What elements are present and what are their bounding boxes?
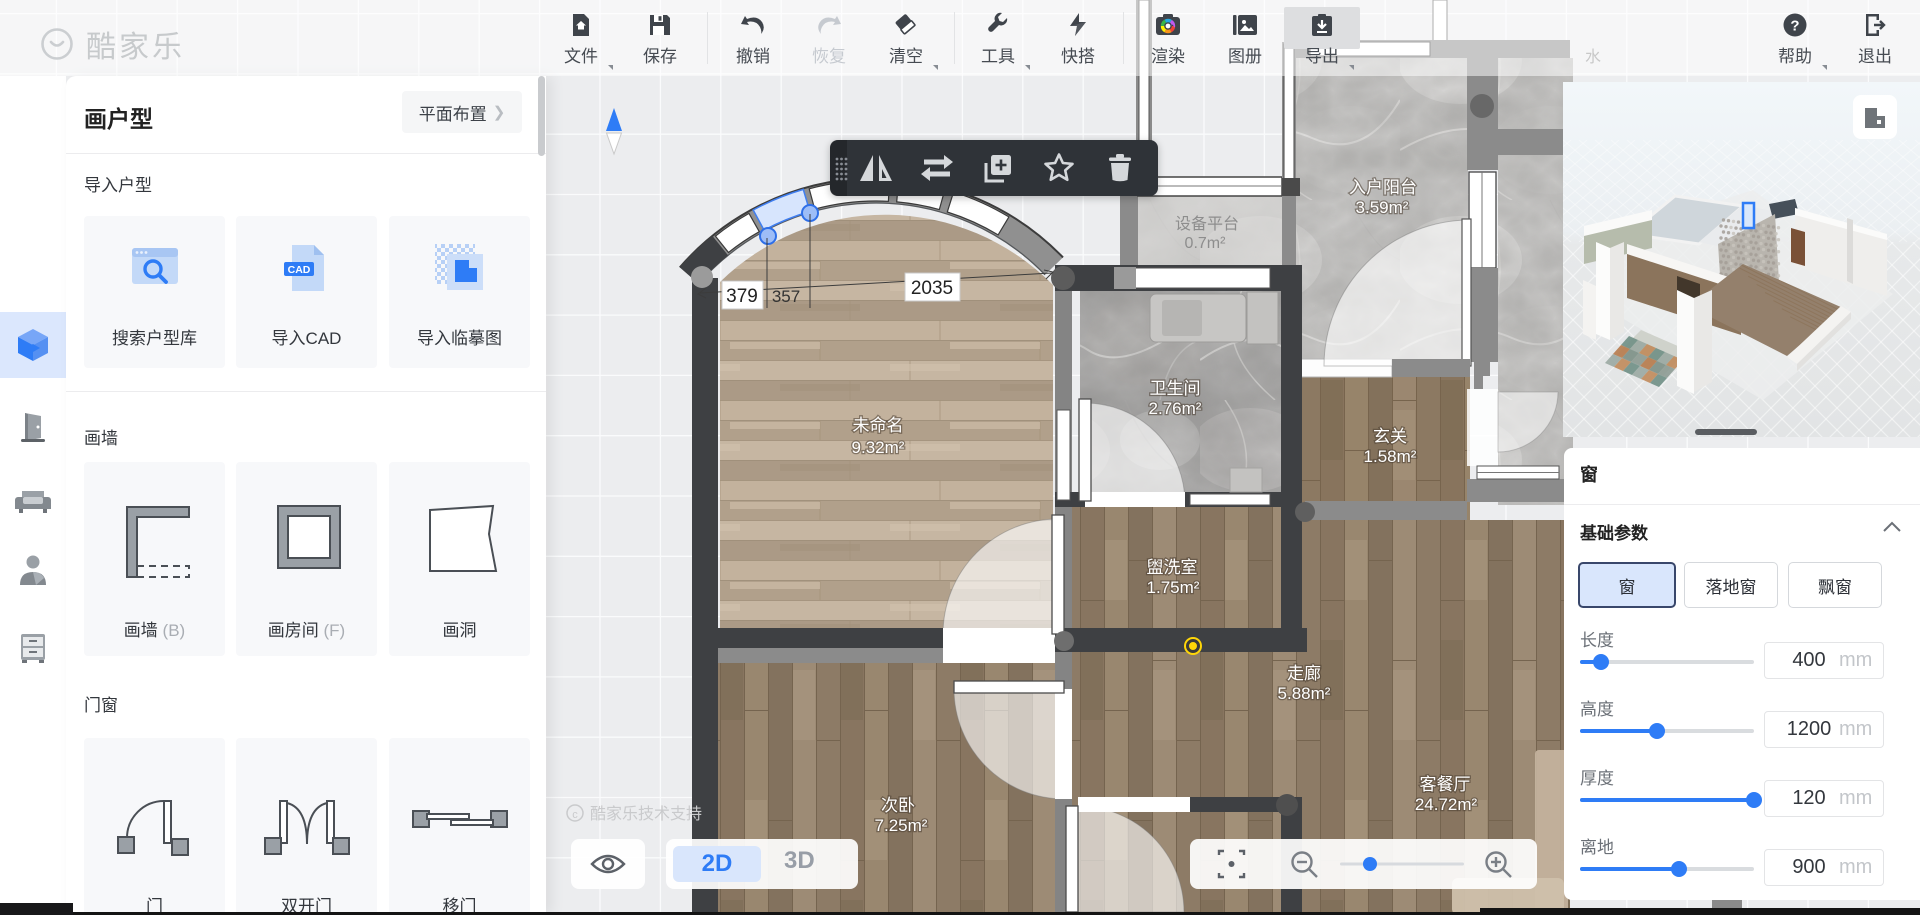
svg-text:玄关: 玄关 bbox=[1373, 427, 1407, 446]
svg-text:未命名: 未命名 bbox=[853, 416, 904, 435]
svg-text:?: ? bbox=[1790, 18, 1799, 35]
svg-text:357: 357 bbox=[772, 287, 800, 306]
svg-text:次卧: 次卧 bbox=[881, 796, 915, 815]
svg-text:2.76m²: 2.76m² bbox=[1149, 399, 1202, 418]
svg-text:1.58m²: 1.58m² bbox=[1364, 447, 1417, 466]
svg-text:0.7m²: 0.7m² bbox=[1185, 235, 1227, 252]
svg-text:7.25m²: 7.25m² bbox=[875, 816, 928, 835]
svg-text:3.59m²: 3.59m² bbox=[1356, 198, 1409, 217]
svg-text:2035: 2035 bbox=[911, 278, 953, 299]
svg-text:1.75m²: 1.75m² bbox=[1147, 578, 1200, 597]
svg-text:卫生间: 卫生间 bbox=[1150, 379, 1201, 398]
svg-text:走廊: 走廊 bbox=[1287, 664, 1321, 683]
svg-text:盥洗室: 盥洗室 bbox=[1147, 558, 1198, 577]
svg-text:9.32m²: 9.32m² bbox=[852, 438, 905, 457]
svg-text:酷家乐技术支持: 酷家乐技术支持 bbox=[590, 805, 702, 823]
svg-text:入户阳台: 入户阳台 bbox=[1349, 178, 1417, 197]
svg-text:客餐厅: 客餐厅 bbox=[1420, 775, 1471, 794]
svg-text:c: c bbox=[572, 809, 578, 821]
svg-text:24.72m²: 24.72m² bbox=[1415, 795, 1478, 814]
svg-text:379: 379 bbox=[726, 286, 758, 307]
svg-text:设备平台: 设备平台 bbox=[1175, 215, 1239, 233]
svg-text:CAD: CAD bbox=[287, 264, 310, 276]
svg-text:5.88m²: 5.88m² bbox=[1278, 684, 1331, 703]
